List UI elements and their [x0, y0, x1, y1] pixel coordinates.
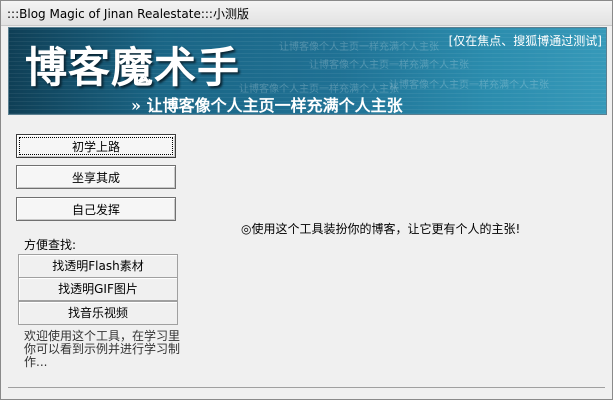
ready-made-button[interactable]: 坐享其成: [16, 165, 176, 189]
app-window: :::Blog Magic of Jinan Realestate:::小测版 …: [0, 0, 613, 400]
bottom-divider: [8, 387, 605, 388]
window-title: :::Blog Magic of Jinan Realestate:::小测版: [7, 7, 249, 21]
banner-ghost-text: 让博客像个人主页一样充满个人主张: [389, 80, 549, 91]
title-bar[interactable]: :::Blog Magic of Jinan Realestate:::小测版: [1, 1, 612, 26]
banner-slogan: » 让博客像个人主页一样充满个人主张: [131, 96, 403, 115]
find-music-video-button[interactable]: 找音乐视频: [18, 301, 178, 325]
banner-ghost-text: 让博客像个人主页一样充满个人主张: [309, 60, 469, 71]
left-panel: 初学上路 坐享其成 自己发挥 方便查找: 找透明Flash素材 找透明GIF图片…: [8, 122, 184, 386]
finder-label: 方便查找:: [24, 238, 77, 252]
find-flash-button[interactable]: 找透明Flash素材: [18, 254, 178, 278]
header-banner: 让博客像个人主页一样充满个人主张 让博客像个人主页一样充满个人主张 让博客像个人…: [8, 27, 607, 115]
banner-title: 博客魔术手: [25, 43, 241, 92]
welcome-text: 欢迎使用这个工具，在学习里你可以看到示例并进行学习制作...: [24, 329, 181, 369]
banner-ghost-text: 让博客像个人主页一样充满个人主张: [279, 42, 439, 53]
find-gif-button[interactable]: 找透明GIF图片: [18, 277, 178, 301]
freestyle-button[interactable]: 自己发挥: [16, 197, 176, 221]
beginner-button[interactable]: 初学上路: [16, 134, 176, 158]
main-message: ◎使用这个工具装扮你的博客，让它更有个人的主张!: [241, 222, 521, 236]
banner-tag: [仅在焦点、搜狐博通过测试]: [448, 34, 602, 48]
